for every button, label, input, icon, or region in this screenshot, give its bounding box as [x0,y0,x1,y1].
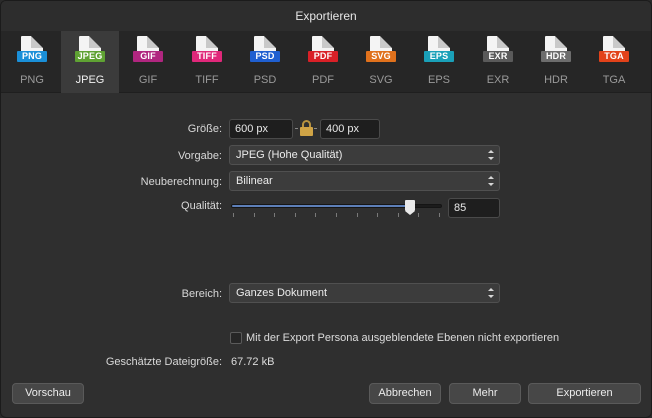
more-button[interactable]: Mehr [449,383,521,404]
format-tab-svg[interactable]: SVG SVG [352,31,410,93]
slider-tick [315,213,316,217]
select-arrows-icon [488,150,494,160]
format-icon-tag: EXR [483,51,513,62]
preset-select[interactable]: JPEG (Hohe Qualität) [229,145,500,165]
slider-tick [418,213,419,217]
quality-slider-ticks [233,213,440,217]
slider-tick [254,213,255,217]
dialog-title: Exportieren [1,1,651,31]
format-tab-label: TIFF [195,74,219,86]
slider-tick [357,213,358,217]
format-tab-eps[interactable]: EPS EPS [410,31,468,93]
filesize-label: Geschätzte Dateigröße: [105,356,222,368]
format-tab-tga[interactable]: TGA TGA [585,31,643,93]
size-label: Größe: [187,123,222,135]
quality-slider-fill [232,205,411,207]
format-tab-label: EPS [427,74,450,86]
hidden-layers-label[interactable]: Mit der Export Persona ausgeblendete Ebe… [246,332,559,344]
filesize-value: 67.72 kB [231,356,275,368]
quality-label: Qualität: [181,200,222,212]
preset-label: Vorgabe: [177,150,222,162]
format-tab-psd[interactable]: PSD PSD [236,31,294,93]
format-tab-gif[interactable]: GIF GIF [119,31,177,93]
format-tab-jpeg[interactable]: JPEG JPEG [61,31,119,93]
quality-slider-thumb[interactable] [405,200,415,215]
format-tab-label: SVG [369,74,393,86]
slider-tick [233,213,234,217]
slider-tick [439,213,440,217]
format-icon-tag: TIFF [192,51,222,62]
resample-label: Neuberechnung: [140,176,222,188]
slider-tick [377,213,378,217]
format-tab-tiff[interactable]: TIFF TIFF [178,31,236,93]
area-label: Bereich: [181,288,222,300]
format-tab-label: PNG [20,74,44,86]
width-field[interactable]: 600 px [229,119,293,139]
aspect-lock-icon[interactable] [295,120,317,136]
export-dialog: Exportieren PNG PNG JPEG JPEG GIF GIF TIFF TIFF… [0,0,652,418]
format-tab-exr[interactable]: EXR EXR [469,31,527,93]
format-tab-pdf[interactable]: PDF PDF [294,31,352,93]
format-icon-tag: SVG [366,51,396,62]
format-icon-tag: GIF [133,51,163,62]
format-icon-tag: HDR [541,51,571,62]
select-arrows-icon [488,288,494,298]
export-button[interactable]: Exportieren [528,383,641,404]
format-icon-tag: EPS [424,51,454,62]
format-icon-tag: JPEG [75,51,105,62]
slider-tick [398,213,399,217]
format-icon-tag: PSD [250,51,280,62]
height-field[interactable]: 400 px [320,119,380,139]
format-tab-hdr[interactable]: HDR HDR [527,31,585,93]
format-icon-tag: TGA [599,51,629,62]
slider-tick [295,213,296,217]
slider-tick [274,213,275,217]
area-value: Ganzes Dokument [236,287,328,299]
format-icon-tag: PNG [17,51,47,62]
select-arrows-icon [488,176,494,186]
format-tab-label: HDR [544,74,568,86]
slider-tick [336,213,337,217]
format-tab-png[interactable]: PNG PNG [3,31,61,93]
preset-value: JPEG (Hohe Qualität) [236,149,343,161]
format-tab-label: PSD [253,74,277,86]
format-tab-label: EXR [486,74,510,86]
format-tab-label: GIF [138,74,158,86]
format-icon-tag: PDF [308,51,338,62]
cancel-button[interactable]: Abbrechen [369,383,441,404]
preview-button[interactable]: Vorschau [12,383,84,404]
resample-value: Bilinear [236,175,273,187]
format-tab-label: PDF [312,74,334,86]
format-tab-label: TGA [602,74,626,86]
quality-field[interactable]: 85 [448,198,500,218]
area-select[interactable]: Ganzes Dokument [229,283,500,303]
resample-select[interactable]: Bilinear [229,171,500,191]
hidden-layers-checkbox[interactable] [230,332,242,344]
format-bar: PNG PNG JPEG JPEG GIF GIF TIFF TIFF PSD PSD PDF PDF… [1,31,651,93]
format-tab-label: JPEG [75,74,105,86]
